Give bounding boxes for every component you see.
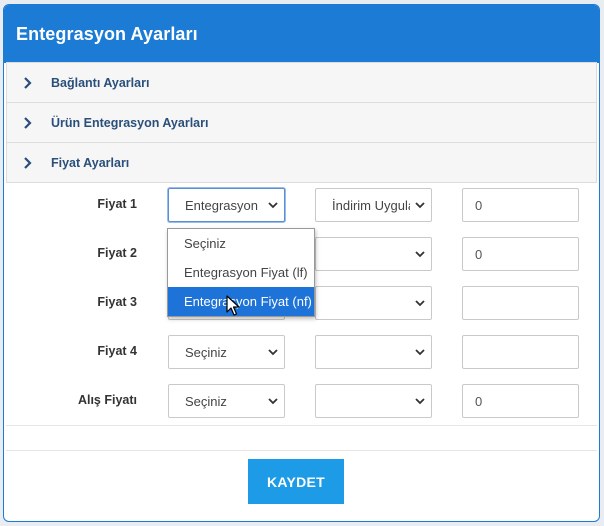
chevron-down-icon [415, 202, 425, 209]
price-row-1: Fiyat 1 Entegrasyon İndirim Uygula 0 [6, 188, 597, 222]
mouse-cursor-icon [226, 295, 240, 316]
chevron-down-icon [268, 398, 278, 405]
row-label: Fiyat 2 [97, 246, 137, 260]
discount-select[interactable] [315, 237, 432, 271]
divider [6, 425, 597, 426]
price-value-input[interactable]: 0 [462, 237, 579, 271]
row-label: Fiyat 1 [97, 197, 137, 211]
price-source-select[interactable]: Seçiniz [168, 335, 285, 369]
price-source-dropdown: Seçiniz Entegrasyon Fiyat (lf) Entegrasy… [167, 228, 315, 317]
chevron-down-icon [268, 349, 278, 356]
price-row-4: Fiyat 4 Seçiniz [6, 335, 597, 369]
chevron-down-icon [415, 251, 425, 258]
discount-select[interactable] [315, 335, 432, 369]
chevron-right-icon [23, 116, 37, 129]
price-value-input[interactable]: 0 [462, 384, 579, 418]
accordion-label: Bağlantı Ayarları [51, 75, 150, 90]
accordion-connection-settings[interactable]: Bağlantı Ayarları [6, 62, 597, 103]
chevron-down-icon [415, 398, 425, 405]
dropdown-option[interactable]: Entegrasyon Fiyat (lf) [168, 258, 314, 287]
row-label: Alış Fiyatı [77, 393, 137, 407]
chevron-down-icon [415, 300, 425, 307]
dropdown-option[interactable]: Seçiniz [168, 229, 314, 258]
discount-select[interactable]: İndirim Uygula [315, 188, 432, 222]
accordion-label: Fiyat Ayarları [51, 155, 130, 170]
chevron-right-icon [23, 76, 37, 89]
panel-title: Entegrasyon Ayarları [16, 23, 198, 44]
accordion-product-integration-settings[interactable]: Ürün Entegrasyon Ayarları [6, 102, 597, 143]
discount-select[interactable] [315, 286, 432, 320]
chevron-down-icon [268, 202, 278, 209]
price-source-select[interactable]: Entegrasyon [168, 188, 285, 222]
accordion-label: Ürün Entegrasyon Ayarları [51, 115, 209, 130]
discount-select[interactable] [315, 384, 432, 418]
chevron-down-icon [415, 349, 425, 356]
row-label: Fiyat 3 [97, 295, 137, 309]
purchase-price-row: Alış Fiyatı Seçiniz 0 [6, 384, 597, 418]
price-value-input[interactable]: 0 [462, 188, 579, 222]
divider [6, 450, 597, 451]
accordion-price-settings[interactable]: Fiyat Ayarları [6, 142, 597, 183]
row-label: Fiyat 4 [97, 344, 137, 358]
dropdown-option-highlighted[interactable]: Entegrasyon Fiyat (nf) [168, 287, 314, 316]
price-source-select[interactable]: Seçiniz [168, 384, 285, 418]
chevron-right-icon [23, 156, 37, 169]
panel-header: Entegrasyon Ayarları [4, 5, 599, 63]
price-value-input[interactable] [462, 286, 579, 320]
price-value-input[interactable] [462, 335, 579, 369]
save-button[interactable]: KAYDET [248, 459, 344, 504]
